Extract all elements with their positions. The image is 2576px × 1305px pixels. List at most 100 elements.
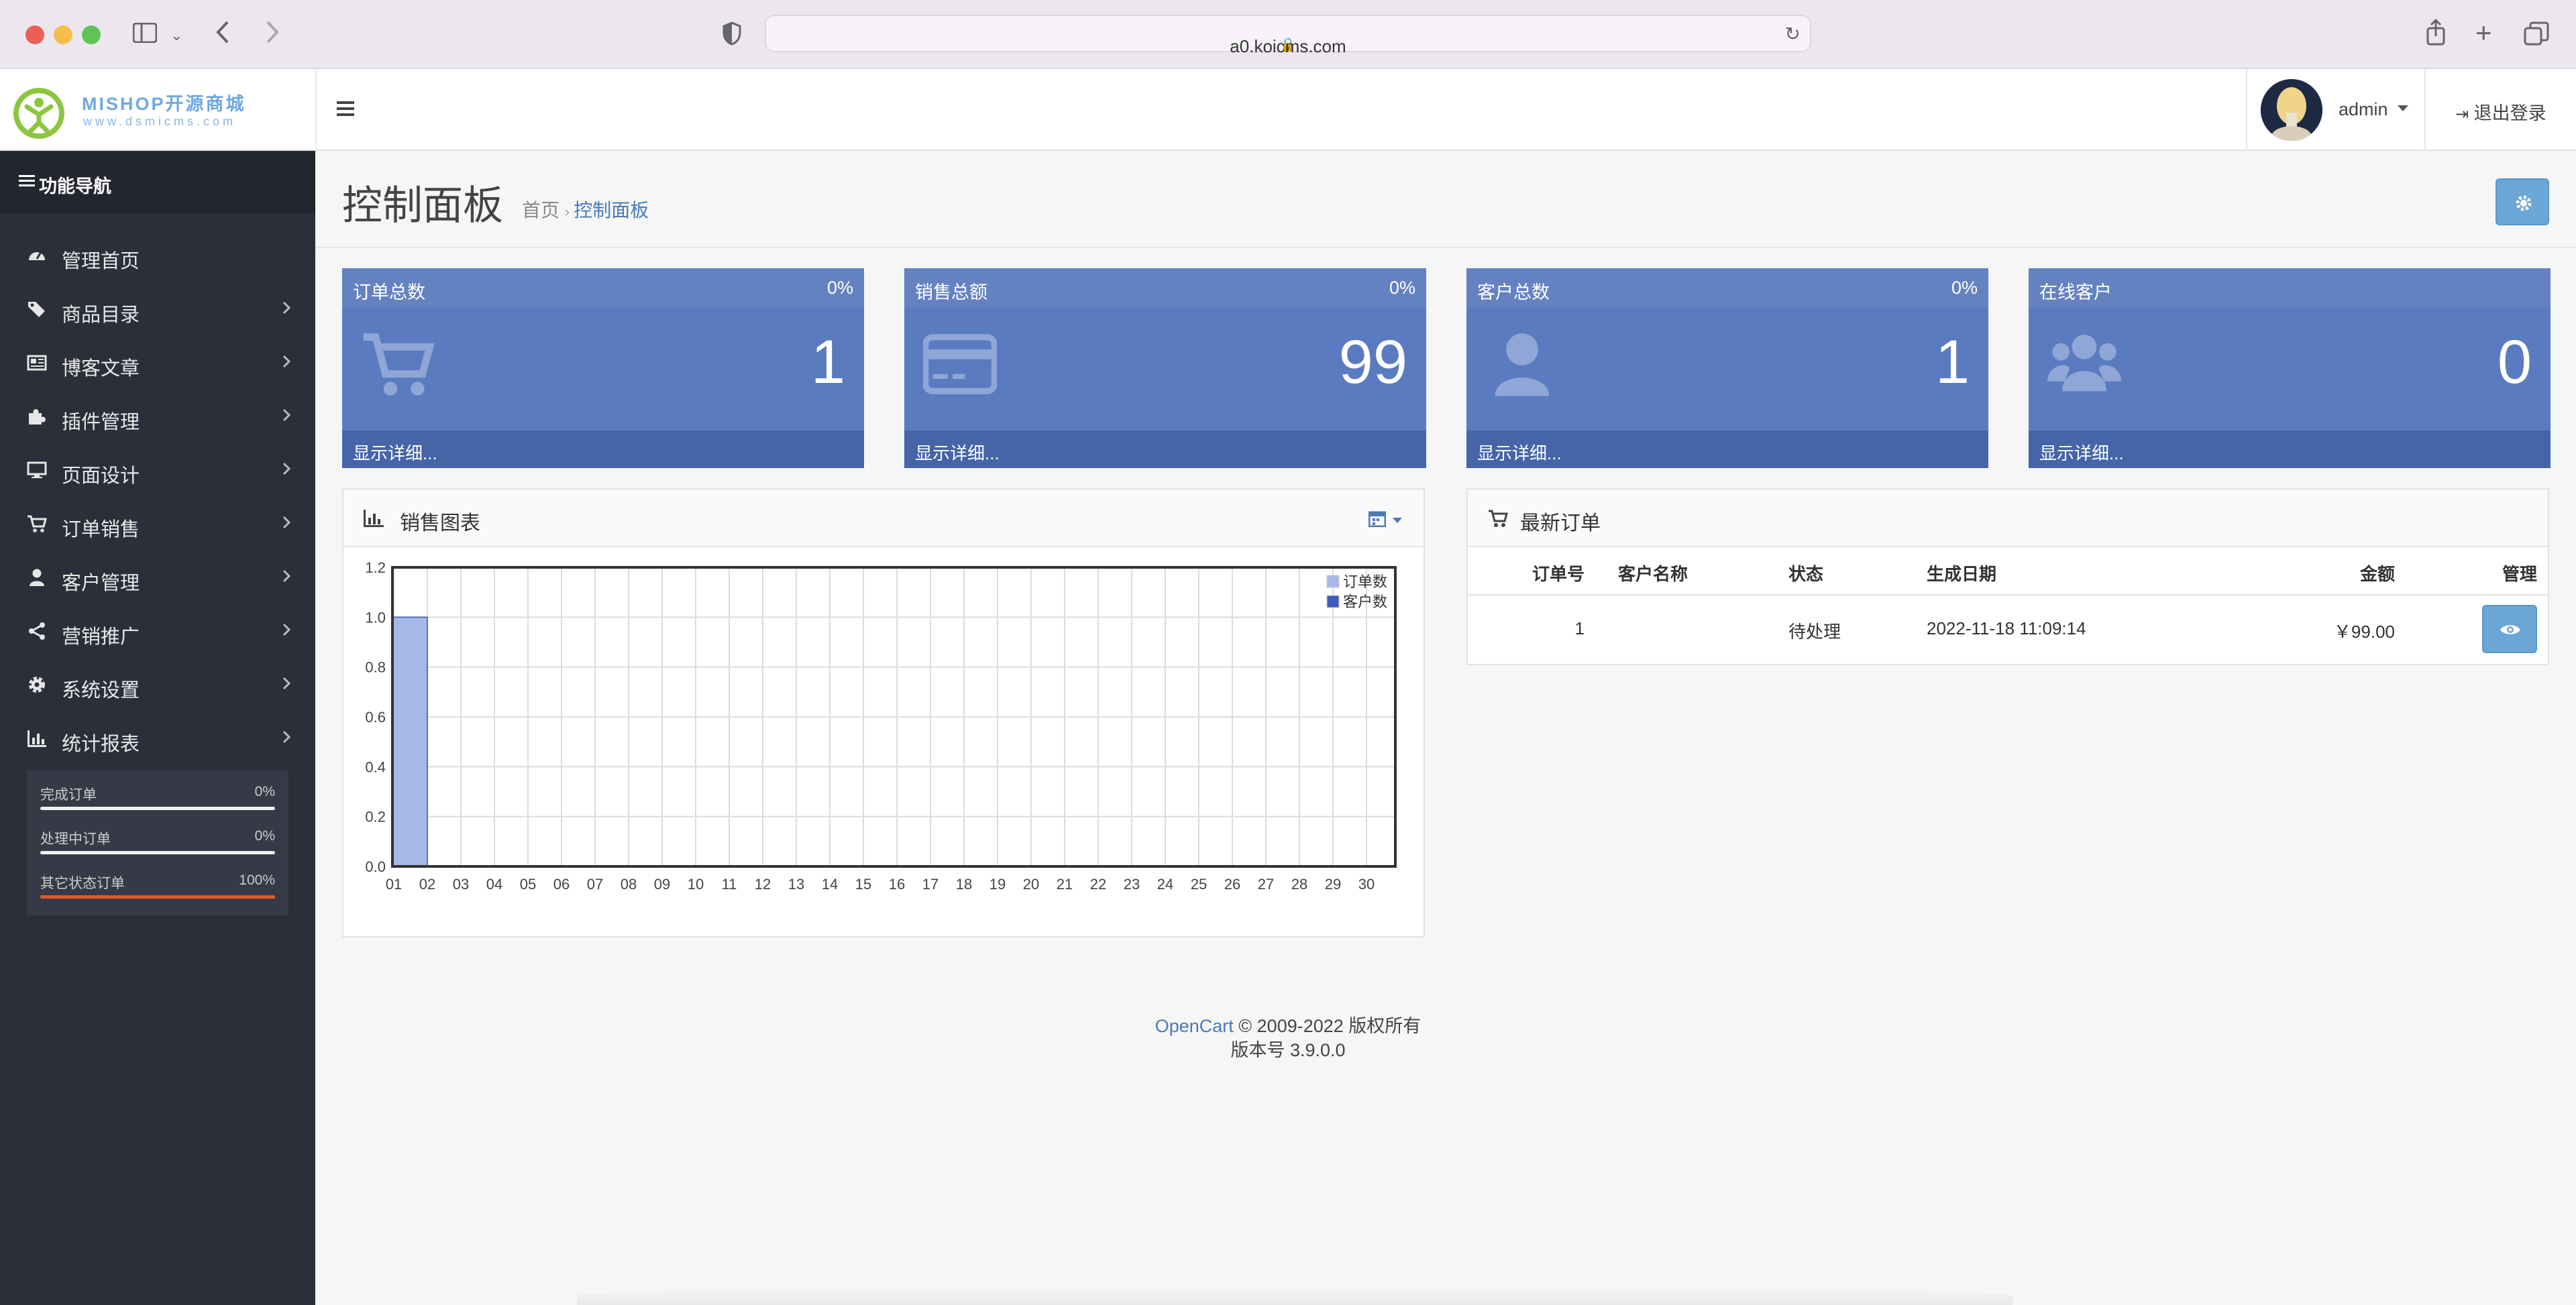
x-tick-label: 11 xyxy=(722,876,737,893)
stat-tile-value: 1 xyxy=(810,328,845,396)
breadcrumb-home[interactable]: 首页 xyxy=(522,200,559,221)
tags-icon xyxy=(25,299,48,322)
x-tick-label: 25 xyxy=(1191,876,1207,893)
forward-icon[interactable] xyxy=(264,20,280,48)
tab-overview-icon[interactable] xyxy=(2524,21,2549,50)
sidebar-item[interactable]: 管理首页 xyxy=(0,229,315,283)
chevron-right-icon xyxy=(282,298,291,321)
stat-tile-details-link[interactable]: 显示详细... xyxy=(904,431,1426,468)
reload-icon[interactable]: ↻ xyxy=(1785,23,1801,46)
stat-tile-details-link[interactable]: 显示详细... xyxy=(342,431,864,468)
x-tick-label: 28 xyxy=(1291,876,1307,893)
latest-orders-panel: 最新订单 订单号 客户名称 状态 生成日期 金额 管理 1 待处理 2022-1… xyxy=(1466,488,2549,665)
view-order-button[interactable] xyxy=(2482,605,2537,653)
caret-down-icon xyxy=(1393,518,1402,523)
gear-icon xyxy=(25,675,48,697)
sidebar-toggle-icon[interactable] xyxy=(132,22,158,47)
content-divider xyxy=(315,247,2576,248)
chevron-right-icon xyxy=(282,673,291,696)
stat-tile: 客户总数 0% 1 显示详细... xyxy=(1466,268,1988,468)
settings-button[interactable] xyxy=(2496,178,2549,225)
y-tick-label: 0.4 xyxy=(365,758,386,775)
privacy-shield-icon[interactable] xyxy=(722,21,742,50)
sidebar-item[interactable]: 系统设置 xyxy=(0,659,315,712)
chevron-right-icon xyxy=(282,459,291,481)
chevron-right-icon xyxy=(282,405,291,428)
address-bar[interactable]: 🔒 a0.koicms.com ↻ xyxy=(765,15,1811,56)
zoom-window-button[interactable] xyxy=(82,25,101,44)
sidebar-item-label: 博客文章 xyxy=(62,358,140,380)
y-tick-label: 0.8 xyxy=(365,659,386,676)
dashboard-icon xyxy=(25,245,48,268)
sidebar-item[interactable]: 客户管理 xyxy=(0,551,315,605)
sidebar-item[interactable]: 插件管理 xyxy=(0,390,315,444)
logo-title: MISHOP开源商城 xyxy=(82,94,246,114)
x-tick-label: 15 xyxy=(855,876,871,893)
stat-tile-details-link[interactable]: 显示详细... xyxy=(1466,431,1988,468)
sidebar-item[interactable]: 统计报表 xyxy=(0,712,315,766)
back-icon[interactable] xyxy=(215,20,231,48)
col-date: 生成日期 xyxy=(1927,564,1997,584)
stat-tile: 销售总额 0% 99 显示详细... xyxy=(904,268,1426,468)
stat-tile-body: 1 xyxy=(1466,307,1988,431)
order-date: 2022-11-18 11:09:14 xyxy=(1927,618,2086,638)
sidebar-item[interactable]: 营销推广 xyxy=(0,605,315,659)
breadcrumb-current[interactable]: 控制面板 xyxy=(574,200,649,221)
order-status: 待处理 xyxy=(1788,622,1841,642)
stat-tile-details-link[interactable]: 显示详细... xyxy=(2029,431,2551,468)
footer-brand-link[interactable]: OpenCart xyxy=(1155,1016,1234,1036)
stat-tile-body: 0 xyxy=(2029,307,2551,431)
cart-icon xyxy=(25,514,48,536)
chevron-right-icon xyxy=(282,512,291,535)
latest-orders-title: 最新订单 xyxy=(1520,512,1601,534)
legend-swatch xyxy=(1326,595,1340,608)
sales-bar-chart: 0.0 0.2 0.4 0.6 0.8 1.0 1.2 01 02 03 04 05 06 07 08 09 1… xyxy=(365,559,1397,893)
newspaper-icon xyxy=(25,353,48,376)
x-tick-label: 18 xyxy=(956,876,972,893)
x-tick-label: 16 xyxy=(889,876,905,893)
cart-icon xyxy=(1489,510,1508,527)
eye-icon xyxy=(2500,625,2520,634)
sidebar-item[interactable]: 页面设计 xyxy=(0,444,315,498)
date-range-dropdown[interactable] xyxy=(1368,507,1409,531)
logout-link[interactable]: ⇥ 退出登录 xyxy=(2455,99,2546,125)
sales-chart-title: 销售图表 xyxy=(400,512,480,534)
browser-toolbar: ⌄ 🔒 a0.koicms.com ↻ + xyxy=(0,0,2576,69)
gear-icon xyxy=(2516,195,2532,211)
stat-tile-value: 0 xyxy=(2497,328,2532,396)
sidebar-item[interactable]: 订单销售 xyxy=(0,498,315,551)
url-text: a0.koicms.com xyxy=(1230,36,1346,56)
avatar xyxy=(2261,79,2322,141)
order-stat-track xyxy=(40,851,275,854)
x-tick-label: 05 xyxy=(520,876,536,893)
footer-copyright: © 2009-2022 版权所有 xyxy=(1238,1016,1421,1036)
order-stat-fill xyxy=(40,895,275,899)
order-id: 1 xyxy=(1574,618,1585,638)
new-tab-icon[interactable]: + xyxy=(2475,19,2492,47)
x-tick-label: 14 xyxy=(822,876,838,893)
order-stat-track xyxy=(40,895,275,899)
order-stat-track xyxy=(40,807,275,810)
close-window-button[interactable] xyxy=(25,25,44,44)
stat-tile-header: 在线客户 xyxy=(2029,268,2551,307)
x-tick-label: 27 xyxy=(1258,876,1274,893)
logo-mark-icon xyxy=(13,88,64,139)
menu-toggle-icon[interactable] xyxy=(335,99,356,122)
user-menu[interactable]: admin xyxy=(2246,69,2426,151)
sidebar-item[interactable]: 博客文章 xyxy=(0,337,315,390)
minimize-window-button[interactable] xyxy=(54,25,72,44)
calendar-icon xyxy=(1368,511,1386,527)
stat-tile: 订单总数 0% 1 显示详细... xyxy=(342,268,864,468)
logo[interactable]: MISHOP开源商城 www.dsmicms.com xyxy=(12,84,301,139)
x-tick-label: 21 xyxy=(1057,876,1073,893)
order-amount: ￥99.00 xyxy=(2333,622,2395,642)
x-tick-label: 03 xyxy=(453,876,469,893)
col-actions: 管理 xyxy=(2502,564,2537,584)
stat-tile-body: 99 xyxy=(904,307,1426,431)
x-tick-label: 30 xyxy=(1358,876,1375,893)
chevron-down-icon[interactable]: ⌄ xyxy=(170,24,182,47)
sidebar-item-label: 插件管理 xyxy=(62,412,140,433)
x-tick-label: 08 xyxy=(621,876,637,893)
share-icon[interactable] xyxy=(2426,18,2446,50)
sidebar-item[interactable]: 商品目录 xyxy=(0,283,315,337)
